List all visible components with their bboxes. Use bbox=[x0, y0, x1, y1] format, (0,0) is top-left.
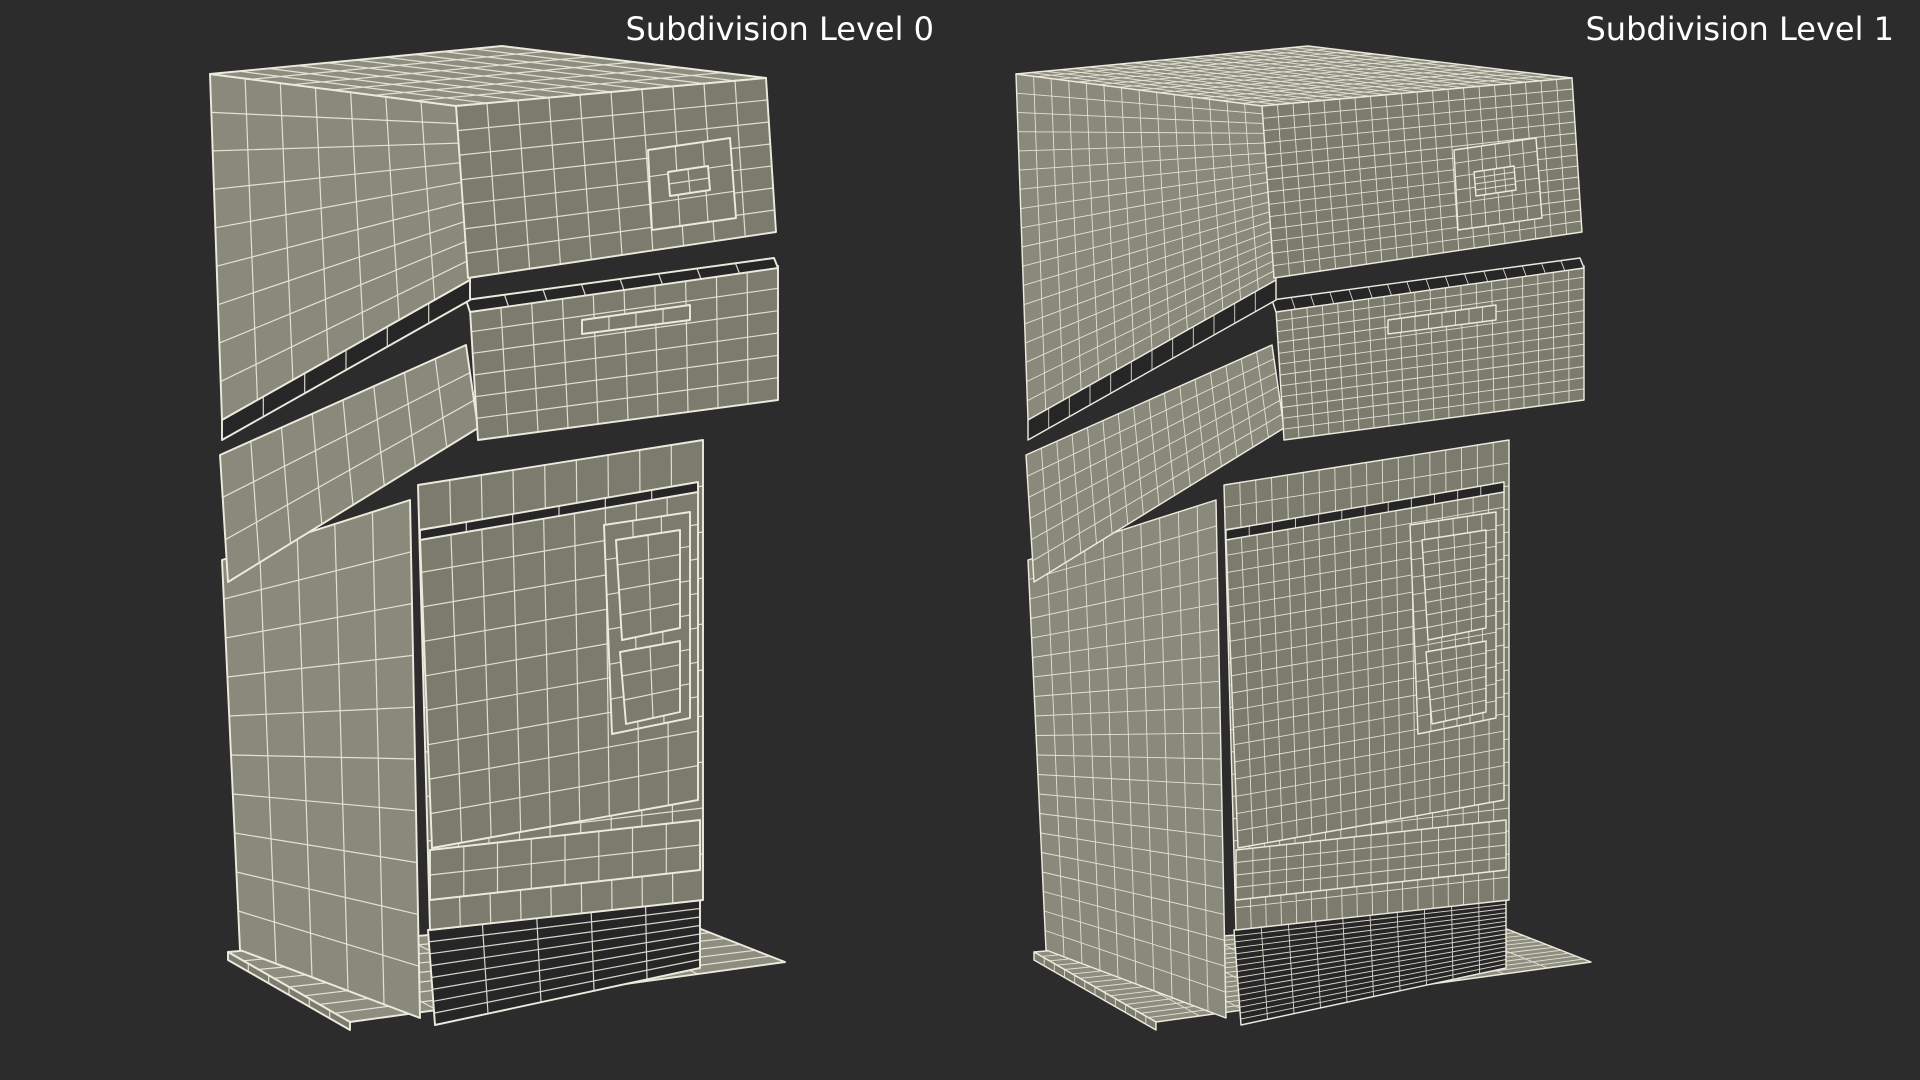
cabinet-side-panel-surface bbox=[1027, 499, 1227, 1019]
render-viewport: Subdivision Level 0 Subdivision Level 1 bbox=[0, 0, 1920, 1080]
display-screen bbox=[1473, 165, 1517, 197]
console-front bbox=[1275, 265, 1585, 441]
wireframe-model-level-1 bbox=[1015, 45, 1592, 1031]
cabinet-side-panel bbox=[1027, 499, 1227, 1019]
door-slot-upper bbox=[1421, 529, 1487, 641]
door-slot-lower bbox=[1425, 640, 1487, 725]
